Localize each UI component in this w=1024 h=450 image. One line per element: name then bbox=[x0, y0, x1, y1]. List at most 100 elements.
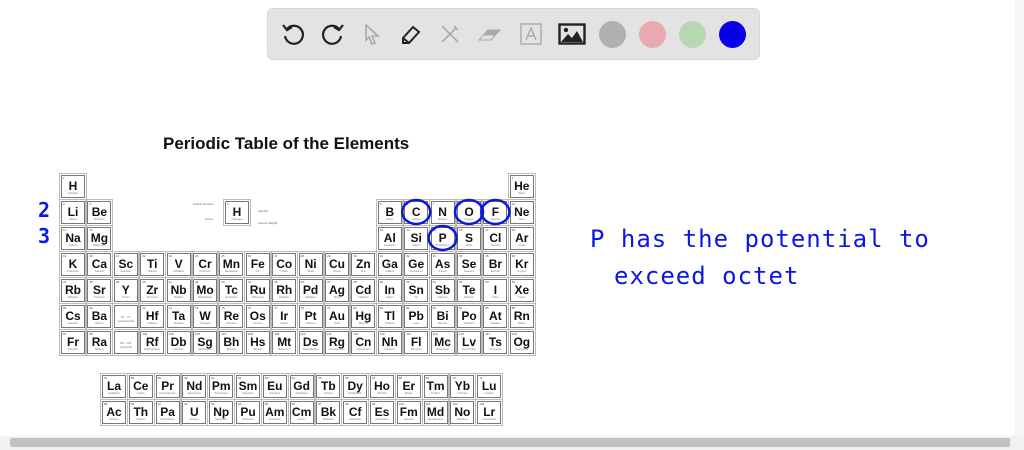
scrollbar-thumb[interactable] bbox=[10, 438, 1010, 447]
element-symbol: Ca bbox=[91, 257, 108, 271]
label-name: Name bbox=[205, 217, 214, 221]
element-name: Nihonium bbox=[384, 348, 396, 351]
element-symbol: S bbox=[464, 231, 473, 245]
element-ag: 47 Ag Silver bbox=[323, 277, 351, 304]
element-name: Copper bbox=[332, 270, 342, 273]
element-name: Chlorine bbox=[490, 244, 501, 247]
element-symbol: Er bbox=[402, 379, 416, 393]
element-symbol: Rn bbox=[513, 309, 530, 323]
element-symbol: Mc bbox=[434, 335, 451, 349]
element-name: Lithium bbox=[68, 218, 78, 221]
element-cr: 24 Cr Chromium bbox=[191, 251, 219, 278]
image-tool[interactable] bbox=[557, 19, 587, 49]
element-kr: 36 Kr Krypton bbox=[507, 251, 536, 278]
element-name: Ytterbium bbox=[457, 392, 468, 395]
element-symbol: Ce bbox=[133, 379, 149, 393]
element-tm: 69 Tm Thulium bbox=[421, 373, 450, 400]
element-symbol: Nd bbox=[186, 379, 203, 393]
element-symbol: Sm bbox=[238, 379, 258, 393]
eraser-tool[interactable] bbox=[474, 19, 504, 49]
element-sg: 106 Sg Seaborgium bbox=[191, 329, 219, 356]
element-pr: 59 Pr Praseodymium bbox=[153, 373, 182, 400]
element-name: Radon bbox=[518, 322, 526, 325]
redo-button[interactable] bbox=[318, 19, 348, 49]
element-mt: 109 Mt Meitnerium bbox=[270, 329, 299, 356]
element-symbol: N bbox=[438, 205, 447, 219]
pen-icon bbox=[402, 25, 421, 44]
element-name: Manganese bbox=[224, 270, 238, 273]
element-symbol: Ti bbox=[146, 257, 158, 271]
element-symbol: Ba bbox=[91, 309, 108, 323]
element-lr: 103 Lr Lawrencium bbox=[475, 399, 504, 426]
element-hs: 108 Hs Hassium bbox=[243, 329, 272, 356]
element-name: Vanadium bbox=[173, 270, 185, 273]
element-ru: 44 Ru Ruthenium bbox=[243, 277, 272, 304]
element-rn: 86 Rn Radon bbox=[507, 303, 536, 330]
element-symbol: Lr bbox=[483, 405, 496, 419]
element-symbol: U bbox=[190, 405, 199, 419]
element-pb: 82 Pb Lead bbox=[402, 303, 431, 330]
element-name: Barium bbox=[95, 322, 104, 325]
element-symbol: Ta bbox=[172, 309, 186, 323]
element-symbol: He bbox=[514, 179, 530, 193]
element-symbol: Cl bbox=[489, 231, 502, 245]
element-symbol: Ni bbox=[304, 257, 317, 271]
vertical-scrollbar[interactable] bbox=[1015, 0, 1024, 436]
pen-tool[interactable] bbox=[396, 19, 426, 49]
element-symbol: Yb bbox=[454, 379, 471, 393]
element-name: Carbon bbox=[412, 218, 421, 221]
element-symbol: Mg bbox=[90, 231, 109, 245]
element-symbol: Sc bbox=[118, 257, 134, 271]
element-symbol: Sb bbox=[434, 283, 451, 297]
text-tool[interactable] bbox=[516, 19, 546, 49]
horizontal-scrollbar[interactable] bbox=[0, 436, 1024, 450]
element-name: Sulfur bbox=[465, 244, 473, 247]
element-symbol: F bbox=[491, 205, 500, 219]
element-name: Yttrium bbox=[121, 296, 130, 299]
element-sm: 62 Sm Samarium bbox=[234, 373, 262, 400]
color-gray[interactable] bbox=[599, 21, 626, 48]
element-name: Mendelevium bbox=[428, 418, 444, 421]
color-blue[interactable] bbox=[719, 21, 746, 48]
color-pink[interactable] bbox=[639, 21, 666, 48]
element-name: Rubidium bbox=[67, 296, 79, 299]
element-name: Cobalt bbox=[280, 270, 288, 273]
element-sr: 38 Sr Strontium bbox=[85, 277, 114, 304]
element-symbol: As bbox=[434, 257, 451, 271]
element-ga: 31 Ga Gallium bbox=[375, 251, 404, 278]
tools-button[interactable] bbox=[435, 19, 465, 49]
element-symbol: No bbox=[454, 405, 471, 419]
element-u: 92 U Uranium bbox=[180, 399, 209, 426]
element-name: Aluminium bbox=[383, 244, 396, 247]
element-cn: 112 Cn Copernicium bbox=[349, 329, 378, 356]
element-symbol: O bbox=[464, 205, 474, 219]
select-tool[interactable] bbox=[357, 19, 387, 49]
element-symbol: Zr bbox=[146, 283, 159, 297]
element-rf: 104 Rf Rutherfordium bbox=[138, 329, 167, 356]
element-name: Thorium bbox=[136, 418, 146, 421]
element-symbol: Ag bbox=[329, 283, 345, 297]
undo-button[interactable] bbox=[278, 19, 308, 49]
element-name: Berkelium bbox=[322, 418, 334, 421]
element-symbol: Mt bbox=[277, 335, 292, 349]
element-name: Arsenic bbox=[438, 270, 447, 273]
element-name: Iridium bbox=[280, 322, 288, 325]
element-name: Moscovium bbox=[436, 348, 449, 351]
element-symbol: Br bbox=[488, 257, 503, 271]
element-np: 93 Np Neptunium bbox=[207, 399, 236, 426]
element-am: 95 Am Americium bbox=[260, 399, 289, 426]
element-name: Curium bbox=[297, 418, 306, 421]
element-name: Oganesson bbox=[515, 348, 529, 351]
element-xe: 54 Xe Xenon bbox=[507, 277, 536, 304]
element-sn: 50 Sn Tin bbox=[402, 277, 431, 304]
element-symbol: Mn bbox=[222, 257, 241, 271]
element-be: 4 Be Beryllium bbox=[85, 199, 114, 226]
handwritten-period-3: 3 bbox=[38, 224, 52, 248]
element-symbol: Nb bbox=[170, 283, 187, 297]
element-symbol: Pu bbox=[240, 405, 256, 419]
color-green[interactable] bbox=[679, 21, 706, 48]
element-name: Osmium bbox=[253, 322, 263, 325]
element-name: Fluorine bbox=[490, 218, 500, 221]
element-name: Chromium bbox=[199, 270, 211, 273]
element-o: 8 O Oxygen bbox=[455, 199, 483, 226]
